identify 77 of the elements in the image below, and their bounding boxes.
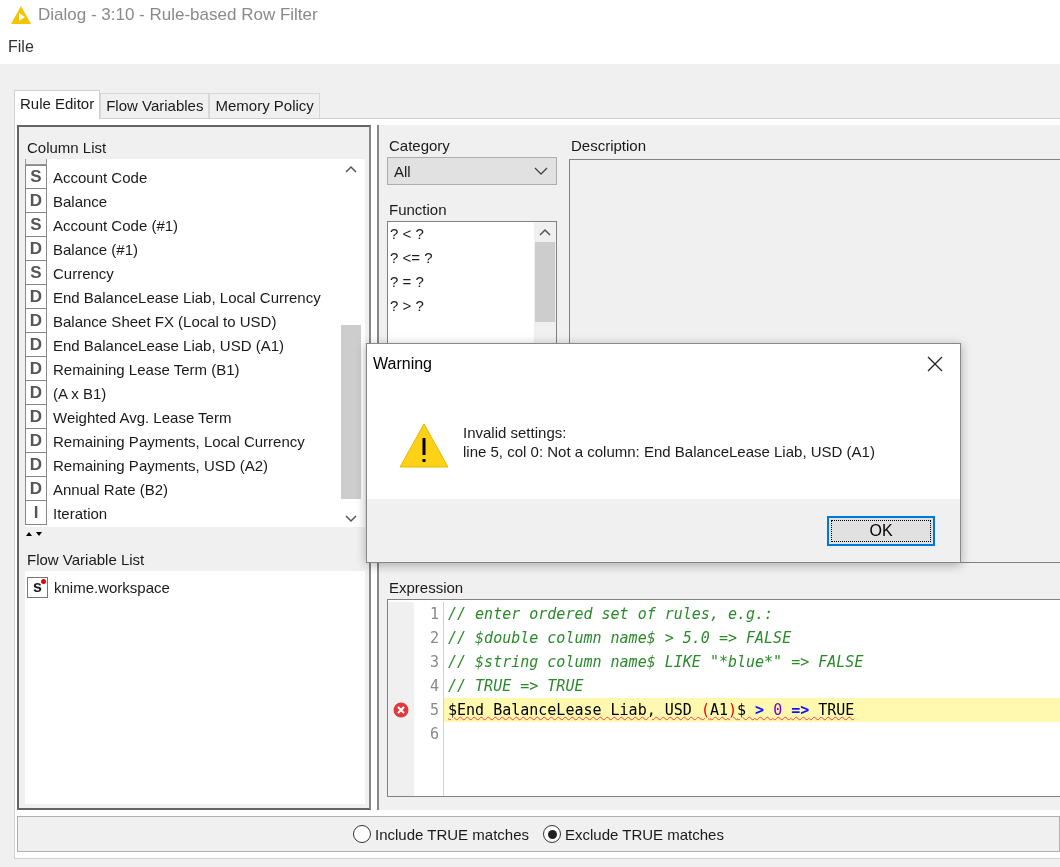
type-badge: S: [25, 261, 47, 285]
radio-option[interactable]: Exclude TRUE matches: [543, 825, 724, 843]
field-label: Expression: [388, 578, 465, 598]
type-badge: D: [25, 405, 47, 429]
type-badge: D: [25, 477, 47, 501]
type-badge: D: [25, 189, 47, 213]
type-badge: D: [25, 333, 47, 357]
radio-option[interactable]: Include TRUE matches: [353, 825, 529, 843]
line-number: 5: [429, 701, 439, 719]
function-item[interactable]: ? < ?: [388, 222, 534, 246]
column-item[interactable]: Weighted Avg. Lease Term: [53, 408, 232, 426]
column-item[interactable]: Balance (#1): [53, 240, 139, 258]
line-number: 4: [429, 677, 439, 695]
function-item[interactable]: ? = ?: [388, 270, 534, 294]
field-label: Category: [388, 136, 451, 156]
code-editor[interactable]: 1 2 3 4 5 6 // enter ordered set of rules, e.g.: // $double column name$ > 5.0 => FALSE // $string column name$ LIKE "*blue*" => FALSE // TRUE => TRUE $End BalanceLease Liab, USD (A1)$ > 0 => TRUE: [387, 599, 1060, 797]
column-item[interactable]: (A x B1): [53, 384, 107, 402]
column-item[interactable]: End BalanceLease Liab, Local Currency: [53, 288, 321, 306]
dialog-message: line 5, col 0: Not a column: End BalanceLease Liab, USD (A1): [463, 441, 875, 461]
app-logo-icon: [10, 5, 32, 25]
radio-button[interactable]: [543, 825, 561, 843]
column-item[interactable]: Balance Sheet FX (Local to USD): [53, 312, 277, 330]
flow-variable-item[interactable]: knime.workspace: [54, 578, 170, 596]
category-dropdown[interactable]: All: [387, 157, 557, 185]
column-item[interactable]: Account Code: [53, 168, 148, 186]
dialog-title: Warning: [373, 355, 432, 373]
radio-button[interactable]: [353, 825, 372, 843]
field-label: Function: [388, 200, 448, 220]
window-title: Dialog - 3:10 - Rule-based Row Filter: [38, 5, 318, 25]
type-badge: D: [25, 381, 47, 405]
code-line: // TRUE => TRUE: [448, 677, 584, 695]
column-item[interactable]: Iteration: [53, 504, 108, 522]
chevron-down-icon: [534, 167, 548, 175]
section-label: Column List: [26, 138, 108, 158]
type-badge: D: [25, 285, 47, 309]
section-label: Flow Variable List: [26, 550, 146, 570]
code-line: // $string column name$ LIKE "*blue*" => FALSE: [448, 653, 864, 671]
code-line: // enter ordered set of rules, e.g.:: [448, 605, 774, 623]
type-badge: D: [25, 237, 47, 261]
type-badge: D: [25, 429, 47, 453]
column-item[interactable]: Remaining Payments, Local Currency: [53, 432, 305, 450]
scroll-down-icon: [345, 515, 357, 523]
code-line: $End BalanceLease Liab, USD (A1)$ > 0 => TRUE: [448, 701, 855, 719]
type-badge: D: [25, 357, 47, 381]
column-item[interactable]: Balance: [53, 192, 108, 210]
type-badge: s: [27, 576, 48, 598]
column-item[interactable]: Account Code (#1): [53, 216, 179, 234]
type-badge: D: [25, 309, 47, 333]
type-badge: [25, 159, 47, 165]
close-icon: [927, 356, 943, 372]
tab[interactable]: Rule Editor: [14, 90, 101, 119]
menu-item[interactable]: File: [6, 36, 36, 58]
scroll-up-icon: [539, 228, 551, 236]
type-badge: S: [25, 213, 47, 237]
line-number: 6: [429, 725, 439, 743]
function-item[interactable]: ? <= ?: [388, 246, 534, 270]
line-number: 2: [429, 629, 439, 647]
column-item[interactable]: End BalanceLease Liab, USD (A1): [53, 336, 284, 354]
function-item[interactable]: ? > ?: [388, 294, 534, 318]
tab[interactable]: Flow Variables: [100, 93, 210, 118]
type-badge: I: [25, 501, 47, 525]
scroll-up-icon: [345, 165, 357, 173]
line-number: 3: [429, 653, 439, 671]
warning-icon: [399, 421, 449, 468]
column-item[interactable]: Currency: [53, 264, 114, 282]
ok-button[interactable]: OK: [827, 515, 935, 546]
field-label: Description: [570, 136, 648, 156]
column-item[interactable]: Annual Rate (B2): [53, 480, 169, 498]
code-line: // $double column name$ > 5.0 => FALSE: [448, 629, 792, 647]
line-number: 1: [429, 605, 439, 623]
tab[interactable]: Memory Policy: [209, 93, 320, 118]
column-item[interactable]: Remaining Payments, USD (A2): [53, 456, 269, 474]
column-item[interactable]: Remaining Lease Term (B1): [53, 360, 240, 378]
type-badge: D: [25, 453, 47, 477]
splitter-arrows-icon: [25, 529, 45, 537]
type-badge: S: [25, 165, 47, 189]
dialog-message: Invalid settings:: [463, 422, 568, 442]
